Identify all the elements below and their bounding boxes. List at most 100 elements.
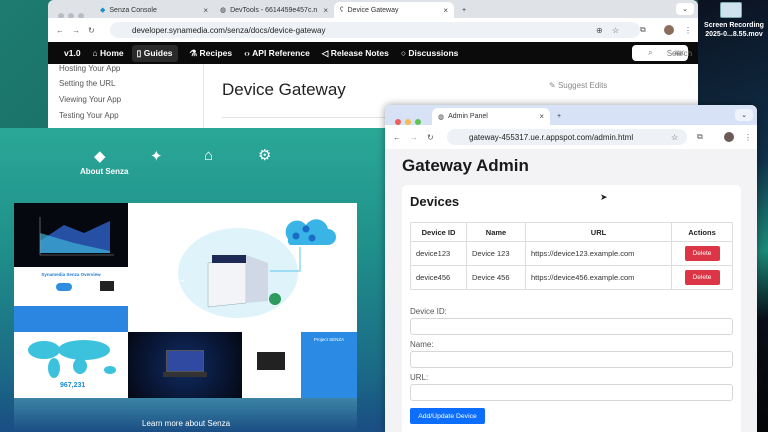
close-icon[interactable]: ×	[539, 112, 544, 121]
suggest-edits-link[interactable]: ✎ Suggest Edits	[549, 81, 607, 90]
device-name-cell: Device 456	[466, 265, 526, 290]
tv-icon	[166, 350, 204, 372]
devices-card: Devices Device ID Name URL Actions devic…	[402, 185, 741, 432]
delete-button[interactable]: Delete	[684, 270, 720, 285]
search-input[interactable]: ⌕ Search ⌘K	[632, 45, 692, 61]
new-tab-button[interactable]: +	[456, 2, 472, 18]
area-chart-graphic	[39, 217, 114, 256]
reload-icon[interactable]: ↻	[88, 26, 95, 35]
tab-search-button[interactable]: ⌄	[735, 109, 753, 121]
address-bar: ← → ↻ gateway-455317.ue.r.appspot.com/ad…	[385, 125, 757, 149]
close-icon[interactable]: ×	[443, 6, 448, 15]
add-update-device-button[interactable]: Add/Update Device	[410, 408, 485, 424]
close-icon[interactable]: ×	[323, 6, 328, 15]
table-row: device123 Device 123 https://device123.e…	[410, 241, 733, 266]
nav-guides[interactable]: ▯ Guides	[131, 44, 178, 62]
device-id-label: Device ID:	[410, 307, 447, 316]
tab-device-gateway[interactable]: ʕ Device Gateway ×	[334, 2, 454, 18]
device-id-cell: device456	[410, 265, 467, 290]
tile-project-senza[interactable]: Project SENZA	[301, 332, 357, 398]
page-title: Device Gateway	[222, 80, 346, 99]
table-row: device456 Device 456 https://device456.e…	[410, 265, 733, 290]
nav-recipes[interactable]: ⚗ Recipes	[190, 48, 233, 59]
url-input[interactable]: developer.synamedia.com/senza/docs/devic…	[110, 22, 640, 38]
tab-strip: ◍ Admin Panel × + ⌄	[385, 105, 757, 125]
back-icon[interactable]: ←	[393, 133, 401, 142]
sidebar-item[interactable]: Viewing Your App	[59, 92, 203, 108]
actions-cell: Delete	[671, 241, 733, 266]
close-icon[interactable]: ×	[203, 6, 208, 15]
docs-sidebar: Hosting Your App Setting the URL Viewing…	[48, 64, 204, 128]
desktop-file-label: Screen Recording 2025-0...8.55.mov	[704, 22, 764, 38]
section-heading: Devices	[410, 194, 460, 209]
back-icon[interactable]: ←	[56, 26, 64, 35]
avatar[interactable]	[664, 25, 674, 35]
nav-release-notes[interactable]: ◁ Release Notes	[322, 48, 389, 59]
tile-device[interactable]	[242, 332, 301, 398]
docs-nav: v1.0 ⌂ Home ▯ Guides ⚗ Recipes ‹› API Re…	[48, 42, 698, 64]
nav-api-reference[interactable]: ‹› API Reference	[244, 48, 310, 58]
forward-icon[interactable]: →	[72, 26, 80, 35]
video-file-icon[interactable]	[720, 2, 742, 18]
world-map-graphic	[28, 340, 116, 378]
url-field[interactable]	[410, 384, 733, 401]
home-remote-icon[interactable]: ⌂	[204, 147, 213, 164]
actions-cell: Delete	[671, 265, 733, 290]
tile-cloud-house[interactable]	[128, 203, 357, 332]
learn-more-link[interactable]: Learn more about Senza	[142, 419, 230, 428]
reload-icon[interactable]: ↻	[427, 133, 434, 142]
house-cloud-illustration	[178, 219, 336, 318]
chevron-down-icon[interactable]: ⌄	[178, 274, 186, 285]
version-selector[interactable]: v1.0	[64, 48, 81, 58]
nav-home[interactable]: ⌂ Home	[93, 48, 124, 58]
url-input[interactable]: gateway-455317.ue.r.appspot.com/admin.ht…	[447, 129, 687, 145]
tv-icon	[257, 352, 285, 370]
senza-logo-icon[interactable]: ◆	[94, 147, 106, 165]
readme-icon: ʕ	[340, 6, 344, 14]
menu-icon[interactable]: ⋮	[744, 133, 752, 142]
address-bar: ← → ↻ developer.synamedia.com/senza/docs…	[48, 18, 698, 42]
column-header: Actions	[671, 222, 733, 242]
tv-icon	[100, 281, 114, 291]
gear-icon[interactable]: ⚙	[258, 146, 271, 164]
tile-tv-apps[interactable]	[128, 332, 242, 398]
device-id-cell: device123	[410, 241, 467, 266]
sidebar-item[interactable]: Hosting Your App	[59, 64, 203, 76]
name-input[interactable]	[410, 351, 733, 368]
star-icon[interactable]: ☆	[671, 133, 678, 142]
sparkles-icon[interactable]: ✦	[150, 147, 163, 165]
extensions-icon[interactable]: ⧉	[640, 25, 646, 35]
cloud-icon	[56, 283, 72, 291]
tile-world-map[interactable]: 967,231	[14, 332, 128, 398]
nav-discussions[interactable]: ○ Discussions	[401, 48, 459, 58]
avatar[interactable]	[724, 132, 734, 142]
device-url-cell: https://device456.example.com	[525, 265, 672, 290]
soundbar-icon	[163, 372, 207, 377]
sidebar-item[interactable]: Testing Your App	[59, 108, 203, 124]
tab-senza-console[interactable]: ◆ Senza Console ×	[94, 2, 214, 18]
device-id-input[interactable]	[410, 318, 733, 335]
zoom-icon[interactable]: ⊕	[596, 26, 603, 35]
tab-search-button[interactable]: ⌄	[676, 3, 694, 15]
edit-icon: ✎	[549, 81, 558, 90]
menu-label[interactable]: About Senza	[80, 167, 128, 176]
tile-overview[interactable]: Synamedia Senza Overview	[14, 267, 128, 306]
menu-icon[interactable]: ⋮	[684, 26, 692, 35]
device-name-cell: Device 123	[466, 241, 526, 266]
delete-button[interactable]: Delete	[684, 246, 720, 261]
column-header: URL	[525, 222, 672, 242]
tab-strip: ◆ Senza Console × ◍ DevTools - 6614459e457c…	[48, 0, 698, 19]
forward-icon[interactable]: →	[410, 133, 418, 142]
tab-devtools[interactable]: ◍ DevTools - 6614459e457c.n ×	[214, 2, 334, 18]
tile-overview-footer	[14, 306, 128, 332]
globe-icon: ◍	[438, 113, 445, 121]
star-icon[interactable]: ☆	[612, 26, 619, 35]
sidebar-item[interactable]: Setting the URL	[59, 76, 203, 92]
globe-icon: ◍	[220, 7, 227, 14]
admin-browser-window: ◍ Admin Panel × + ⌄ ← → ↻ gateway-455317.u…	[385, 105, 757, 432]
name-label: Name:	[410, 340, 434, 349]
extensions-icon[interactable]: ⧉	[697, 132, 703, 142]
tile-chart[interactable]	[14, 203, 128, 267]
new-tab-button[interactable]: +	[551, 108, 567, 124]
tab-admin-panel[interactable]: ◍ Admin Panel ×	[432, 108, 550, 125]
